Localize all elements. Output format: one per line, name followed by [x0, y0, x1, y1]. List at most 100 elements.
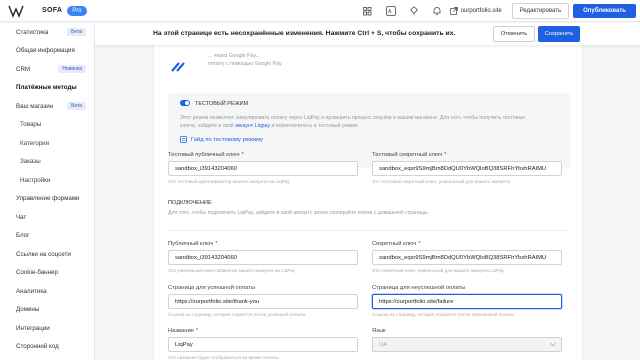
sidebar-item-chat[interactable]: Чат [0, 208, 94, 227]
save-button[interactable]: Сохранить [538, 26, 580, 42]
test-mode-toggle[interactable] [180, 100, 190, 106]
sidebar-item-label: Интеграции [16, 324, 50, 332]
required-mark: * [215, 241, 218, 247]
connection-title: Подключение [168, 200, 212, 206]
failure-page-input[interactable]: https://ourportfolio.site/failure [372, 294, 562, 309]
sidebar-item-label: Платёжные методы [16, 84, 77, 92]
public-key-label: Публичный ключ * [168, 241, 218, 247]
sidebar-item-statistics[interactable]: Статистика Бета [0, 23, 94, 42]
test-mode-desc-line1: Этот режим позволяет симулировать оплату… [180, 115, 526, 121]
sidebar-item-label: Ваш магазин [16, 102, 54, 110]
sidebar-item-label: Сторонний код [16, 343, 59, 351]
label-text: Публичный ключ [168, 241, 214, 247]
google-pay-logo-icon [171, 62, 185, 72]
brand-name: SOFA [42, 7, 63, 14]
required-mark: * [444, 152, 447, 158]
sidebar-item-label: Управление формами [16, 195, 80, 203]
label-text: Тестовый публичный ключ [168, 152, 240, 158]
required-mark: * [195, 328, 199, 334]
sidebar-item-label: CRM [16, 65, 31, 73]
main-area: На этой странице есть несохранённые изме… [95, 23, 640, 360]
liqpay-account-link[interactable]: аккаунт Liqpay [235, 123, 270, 129]
test-mode-guide-link[interactable]: Гайд по тестовому режиму [180, 136, 263, 143]
test-secret-key-label: Тестовый секретный ключ * [372, 152, 447, 158]
sidebar-item-categories[interactable]: Категории [0, 134, 94, 153]
sidebar-item-integrations[interactable]: Интеграции [0, 319, 94, 338]
grid-icon[interactable] [363, 6, 373, 16]
sidebar-item-settings[interactable]: Настройки [0, 171, 94, 190]
sidebar-item-label: Ссылки на соцсети [16, 250, 71, 258]
site-link[interactable]: ourportfolio.site [449, 7, 502, 15]
external-link-icon [449, 7, 458, 15]
sidebar-item-label: Блог [16, 232, 30, 240]
sidebar-item-products[interactable]: Товары [0, 116, 94, 135]
sidebar-item-payment-methods[interactable]: Платёжные методы [0, 79, 94, 98]
connection-description: Для того, чтобы подключить LiqPay, зайди… [168, 210, 430, 216]
test-secret-key-input[interactable]: sandbox_eqsr9S9mjBm8DdQU0YbWQloBQ38SRFhY… [372, 161, 562, 176]
google-pay-description: ... через Google Pay... оплату с помощью… [208, 52, 538, 68]
name-input[interactable]: LiqPay [168, 337, 358, 352]
language-icon[interactable]: A [385, 6, 396, 16]
secret-key-input[interactable]: sandbox_eqsr9S9mjBm8DdQU0YbWQloBQ38SRFhY… [372, 250, 562, 265]
publish-button[interactable]: Опубликовать [573, 4, 636, 18]
bell-icon[interactable] [432, 6, 442, 16]
unsaved-changes-text: На этой странице есть несохранённые изме… [153, 30, 456, 37]
sofa-logo-icon[interactable] [8, 4, 24, 18]
top-bar: SOFA Pro A ourportfolio.site Редактирова… [0, 0, 640, 22]
sidebar-item-crm[interactable]: CRM Новинка [0, 60, 94, 79]
sidebar-item-label: Настройки [20, 176, 51, 184]
edit-button[interactable]: Редактировать [511, 3, 570, 19]
sidebar-item-general[interactable]: Общая информация [0, 42, 94, 61]
sidebar-item-forms[interactable]: Управление формами [0, 190, 94, 209]
liqpay-settings-panel: ... через Google Pay... оплату с помощью… [153, 45, 583, 360]
unsaved-changes-banner: На этой странице есть несохранённые изме… [95, 23, 640, 45]
cancel-button[interactable]: Отменить [493, 26, 535, 42]
site-link-label: ourportfolio.site [460, 8, 502, 14]
sidebar-item-shop[interactable]: Ваш магазин Бета [0, 97, 94, 116]
name-hint: Это название будет отображаться во время… [168, 355, 279, 360]
sidebar-item-custom-code[interactable]: Сторонний код [0, 338, 94, 357]
top-actions: A ourportfolio.site Редактировать Опубли… [350, 3, 636, 19]
beta-badge: Бета [67, 102, 86, 111]
language-value: UA [379, 341, 388, 348]
test-public-key-hint: Это тестовый идентификатор вашего аккаун… [168, 179, 290, 184]
secret-key-hint: Это секретный ключ, уникальный для вашег… [372, 268, 505, 273]
sidebar-item-label: Заказы [20, 158, 41, 166]
label-text: Название [168, 328, 194, 334]
test-public-key-input[interactable]: sandbox_i39143204060 [168, 161, 358, 176]
required-mark: * [241, 152, 244, 158]
divider [168, 230, 570, 231]
sidebar-item-social-links[interactable]: Ссылки на соцсети [0, 245, 94, 264]
language-label: Язык [372, 328, 386, 334]
test-mode-desc-line2: ключи, зайдите в свой аккаунт Liqpay и п… [180, 122, 560, 130]
sidebar-item-domains[interactable]: Домены [0, 301, 94, 320]
guide-label: Гайд по тестовому режиму [191, 136, 264, 143]
language-select[interactable]: UA [372, 337, 562, 352]
chevron-down-icon [550, 342, 556, 347]
failure-page-hint: Ссылка на страницу, которая откроется по… [372, 312, 515, 317]
beta-badge: Бета [67, 28, 86, 37]
book-icon [180, 136, 187, 143]
success-page-input[interactable]: https://ourportfolio.site/thank-you [168, 294, 358, 309]
test-mode-description: Этот режим позволяет симулировать оплату… [180, 114, 560, 130]
failure-page-label: Страница для неуспешной оплаты [372, 285, 466, 291]
public-key-input[interactable]: sandbox_i39143204060 [168, 250, 358, 265]
google-pay-line2: оплату с помощью Google Pay. [208, 61, 283, 67]
sidebar-item-label: Статистика [16, 28, 49, 36]
plan-badge: Pro [67, 5, 87, 16]
google-pay-line1: ... через Google Pay... [208, 53, 260, 59]
test-public-key-label: Тестовый публичный ключ * [168, 152, 244, 158]
sidebar-item-analytics[interactable]: Аналитика [0, 282, 94, 301]
label-text: Тестовый секретный ключ [372, 152, 443, 158]
success-page-hint: Ссылка на страницу, которая откроется по… [168, 312, 306, 317]
test-mode-desc-suffix: и переключитесь в тестовый режим. [270, 123, 360, 129]
sidebar: Статистика Бета Общая информация CRM Новин… [0, 23, 95, 360]
sidebar-item-label: Категории [20, 139, 50, 147]
sidebar-item-cookie-banner[interactable]: Cookie-баннер [0, 264, 94, 283]
sidebar-item-orders[interactable]: Заказы [0, 153, 94, 172]
label-text: Секретный ключ [372, 241, 417, 247]
name-label: Название * [168, 328, 198, 334]
lightbulb-icon[interactable] [409, 6, 419, 16]
test-secret-key-hint: Это тестовый секретный ключ, уникальный … [372, 179, 511, 184]
sidebar-item-blog[interactable]: Блог [0, 227, 94, 246]
